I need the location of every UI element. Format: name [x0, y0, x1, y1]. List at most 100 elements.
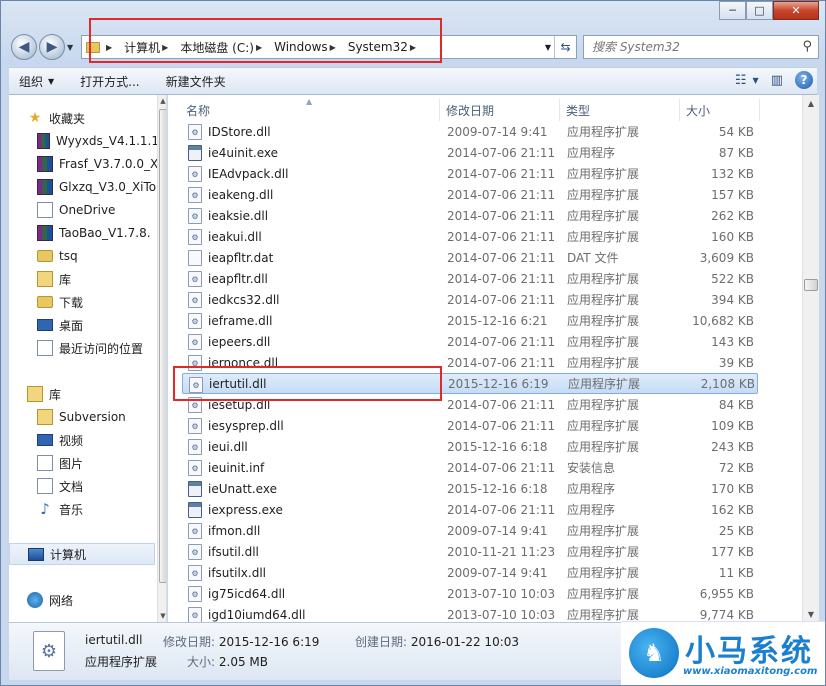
table-row[interactable]: ⚙ ieapfltr.dll 2014-07-06 21:11 应用程序扩展 522 K…: [182, 268, 758, 289]
sidebar-item[interactable]: Subversion: [9, 406, 159, 428]
organize-menu[interactable]: 组织 ▼: [19, 73, 54, 90]
sidebar-item-label: Subversion: [59, 410, 126, 424]
file-list-scrollbar[interactable]: ▲ ▼: [802, 95, 819, 622]
dll-file-icon: ⚙: [188, 565, 202, 581]
view-options-icon[interactable]: ☷: [735, 73, 747, 88]
preview-pane-icon[interactable]: ▥: [771, 73, 783, 88]
file-date-cell: 2014-07-06 21:11: [447, 271, 556, 286]
details-created: 创建日期: 2016-01-22 10:03: [355, 633, 519, 650]
sidebar-item[interactable]: Glxzq_V3.0_XiTo: [9, 176, 159, 198]
search-icon[interactable]: ⚲: [802, 39, 812, 54]
file-date-cell: 2014-07-06 21:11: [447, 334, 556, 349]
table-row[interactable]: ⚙ IEAdvpack.dll 2014-07-06 21:11 应用程序扩展 132 …: [182, 163, 758, 184]
dll-file-icon: ⚙: [188, 586, 202, 602]
sidebar-header-favorites[interactable]: ★ 收藏夹: [9, 107, 159, 129]
sidebar-item-label: 库: [59, 272, 72, 287]
file-size-cell: 157 KB: [711, 187, 754, 202]
table-row[interactable]: ie4uinit.exe 2014-07-06 21:11 应用程序 87 KB: [182, 142, 758, 163]
open-with-button[interactable]: 打开方式...: [80, 73, 139, 90]
details-size: 大小: 2.05 MB: [187, 653, 268, 670]
file-name-cell: ifsutil.dll: [208, 544, 259, 559]
table-row[interactable]: ⚙ ifmon.dll 2009-07-14 9:41 应用程序扩展 25 KB: [182, 520, 758, 541]
scrollbar-thumb[interactable]: [159, 109, 166, 583]
table-row[interactable]: ⚙ ieuinit.inf 2014-07-06 21:11 安装信息 72 KB: [182, 457, 758, 478]
sidebar-item-computer[interactable]: 计算机: [9, 543, 155, 565]
file-name-cell: iexpress.exe: [208, 502, 283, 517]
sidebar-header-libraries[interactable]: 库: [9, 383, 159, 405]
table-row[interactable]: ⚙ ifsutil.dll 2010-11-21 11:23 应用程序扩展 177 KB: [182, 541, 758, 562]
table-row[interactable]: ⚙ ieaksie.dll 2014-07-06 21:11 应用程序扩展 262 KB: [182, 205, 758, 226]
table-row[interactable]: ⚙ iedkcs32.dll 2014-07-06 21:11 应用程序扩展 394 K…: [182, 289, 758, 310]
column-header-date[interactable]: 修改日期: [440, 99, 560, 121]
dat-file-icon: [188, 250, 202, 266]
file-type-cell: 安装信息: [567, 461, 616, 475]
sidebar-item[interactable]: 最近访问的位置: [9, 337, 159, 359]
file-date-cell: 2014-07-06 21:11: [447, 166, 556, 181]
column-header-type[interactable]: 类型: [560, 99, 680, 121]
scroll-down-icon[interactable]: ▼: [158, 610, 166, 622]
sidebar-item[interactable]: OneDrive: [9, 199, 159, 221]
sidebar-item-label: 桌面: [59, 318, 84, 333]
file-name-cell: IDStore.dll: [208, 124, 271, 139]
sidebar-item[interactable]: 桌面: [9, 314, 159, 336]
table-row[interactable]: iexpress.exe 2014-07-06 21:11 应用程序 162 KB: [182, 499, 758, 520]
table-row[interactable]: ⚙ iepeers.dll 2014-07-06 21:11 应用程序扩展 143 KB: [182, 331, 758, 352]
column-header-size[interactable]: 大小: [680, 99, 760, 121]
scroll-up-icon[interactable]: ▲: [803, 95, 819, 111]
file-size-cell: 522 KB: [711, 271, 754, 286]
file-type-cell: 应用程序扩展: [567, 524, 640, 538]
search-box[interactable]: ⚲: [583, 35, 819, 59]
column-header-name[interactable]: 名称: [180, 99, 440, 121]
scroll-up-icon[interactable]: ▲: [158, 95, 166, 107]
forward-button[interactable]: ▶: [39, 34, 65, 60]
dll-file-icon: ⚙: [188, 544, 202, 560]
sidebar-item-network[interactable]: 网络: [9, 589, 159, 611]
sidebar-item[interactable]: 下载: [9, 291, 159, 313]
table-row[interactable]: ⚙ ig75icd64.dll 2013-07-10 10:03 应用程序扩展 6,95…: [182, 583, 758, 604]
sidebar-item[interactable]: 文档: [9, 475, 159, 497]
file-name-cell: ifmon.dll: [208, 523, 261, 538]
file-size-cell: 143 KB: [711, 334, 754, 349]
back-button[interactable]: ◀: [11, 34, 37, 60]
file-date-cell: 2009-07-14 9:41: [447, 523, 548, 538]
details-modified-label: 修改日期:: [163, 635, 216, 649]
refresh-icon[interactable]: ⇆: [554, 36, 576, 58]
file-type-cell: 应用程序扩展: [567, 608, 640, 622]
scrollbar-thumb[interactable]: [804, 279, 818, 291]
table-row[interactable]: ieUnatt.exe 2015-12-16 6:18 应用程序 170 KB: [182, 478, 758, 499]
sidebar-item[interactable]: Wyyxds_V4.1.1.1: [9, 130, 159, 152]
table-row[interactable]: ⚙ iesysprep.dll 2014-07-06 21:11 应用程序扩展 109 …: [182, 415, 758, 436]
navigation-scrollbar[interactable]: ▲ ▼: [157, 95, 166, 622]
search-input[interactable]: [592, 40, 792, 54]
view-dropdown-icon[interactable]: ▼: [753, 76, 759, 85]
sidebar-item-label: 音乐: [59, 502, 84, 517]
file-date-cell: 2009-07-14 9:41: [447, 565, 548, 580]
file-type-cell: 应用程序扩展: [567, 419, 640, 433]
table-row[interactable]: ⚙ ieframe.dll 2015-12-16 6:21 应用程序扩展 10,682 …: [182, 310, 758, 331]
close-button[interactable]: ✕: [773, 1, 819, 20]
library-icon: [37, 409, 53, 425]
sidebar-item[interactable]: 图片: [9, 452, 159, 474]
table-row[interactable]: ieapfltr.dat 2014-07-06 21:11 DAT 文件 3,609 …: [182, 247, 758, 268]
sidebar-item[interactable]: TaoBao_V1.7.8.: [9, 222, 159, 244]
table-row[interactable]: ⚙ ieakeng.dll 2014-07-06 21:11 应用程序扩展 157 KB: [182, 184, 758, 205]
sidebar-item[interactable]: tsq: [9, 245, 159, 267]
table-row[interactable]: ⚙ ieui.dll 2015-12-16 6:18 应用程序扩展 243 KB: [182, 436, 758, 457]
table-row[interactable]: ⚙ IDStore.dll 2009-07-14 9:41 应用程序扩展 54 KB: [182, 121, 758, 142]
scroll-down-icon[interactable]: ▼: [803, 606, 819, 622]
maximize-button[interactable]: □: [746, 1, 773, 20]
desktop-icon: [37, 319, 53, 331]
help-icon[interactable]: ?: [795, 71, 813, 89]
table-row[interactable]: ⚙ igd10iumd64.dll 2013-07-10 10:03 应用程序扩展 9,…: [182, 604, 758, 622]
sidebar-item[interactable]: ♪ 音乐: [9, 498, 159, 520]
recent-pages-dropdown-icon[interactable]: ▼: [67, 43, 73, 52]
minimize-button[interactable]: ─: [719, 1, 746, 20]
table-row[interactable]: ⚙ ifsutilx.dll 2009-07-14 9:41 应用程序扩展 11 KB: [182, 562, 758, 583]
new-folder-button[interactable]: 新建文件夹: [166, 73, 226, 90]
file-date-cell: 2014-07-06 21:11: [447, 418, 556, 433]
sidebar-item[interactable]: 视频: [9, 429, 159, 451]
sidebar-item[interactable]: Frasf_V3.7.0.0_X: [9, 153, 159, 175]
file-name-cell: igd10iumd64.dll: [208, 607, 306, 622]
table-row[interactable]: ⚙ ieakui.dll 2014-07-06 21:11 应用程序扩展 160 KB: [182, 226, 758, 247]
sidebar-item[interactable]: 库: [9, 268, 159, 290]
